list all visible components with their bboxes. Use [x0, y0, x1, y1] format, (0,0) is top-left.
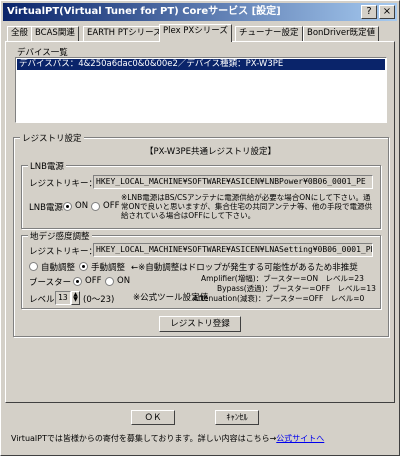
terrestrial-key-label: レジストリキー：	[29, 247, 98, 257]
attenuation-line: Attenuation(減衰)：ブースター=OFF レベル=0	[193, 294, 365, 303]
amplifier-line: Amplifier(増幅)：ブースター=ON レベル=23	[201, 274, 364, 283]
tab-earth-pt[interactable]: EARTH PTシリーズ	[83, 26, 166, 41]
auto-adjust-label: 自動調整	[41, 263, 76, 273]
settings-window: VirtualPT(Virtual Tuner for PT) Coreサービス…	[0, 0, 400, 456]
manual-adjust-label: 手動調整	[91, 263, 126, 273]
lnb-key-field[interactable]: HKEY_LOCAL_MACHINE¥SOFTWARE¥ASICEN¥LNBPo…	[93, 175, 373, 189]
device-listbox[interactable]: デバイスパス：4&250a6dac0&0&00e2／デバイス種類：PX-W3PE	[15, 57, 387, 123]
lnb-group-title: LNB電源	[28, 160, 66, 172]
booster-label: ブースター	[29, 278, 72, 288]
lnb-off-radio[interactable]	[91, 202, 100, 211]
auto-adjust-radio[interactable]	[29, 262, 38, 271]
terrestrial-key-field[interactable]: HKEY_LOCAL_MACHINE¥SOFTWARE¥ASICEN¥LNASe…	[93, 243, 373, 257]
tab-bcas[interactable]: BCAS関連	[31, 26, 79, 41]
level-label: レベル	[29, 295, 55, 305]
lnb-off-label: OFF	[103, 201, 120, 211]
lnb-on-radio[interactable]	[63, 202, 72, 211]
manual-adjust-radio[interactable]	[79, 262, 88, 271]
register-button[interactable]: レジストリ登録	[159, 316, 241, 332]
donation-text: VirtualPTでは皆様からの寄付を募集しております。詳しい内容はこちら→	[11, 434, 277, 443]
registry-heading: 【PX-W3PE共通レジストリ設定】	[145, 147, 277, 157]
level-range: (0～23)	[83, 295, 115, 305]
spin-down-icon[interactable]: ▼	[73, 296, 78, 303]
device-list-item[interactable]: デバイスパス：4&250a6dac0&0&00e2／デバイス種類：PX-W3PE	[17, 59, 385, 70]
lnb-key-label: レジストリキー：	[29, 179, 98, 189]
booster-off-radio[interactable]	[73, 277, 82, 286]
ok-button[interactable]: ＯＫ	[131, 410, 175, 425]
booster-on-label: ON	[117, 276, 131, 286]
auto-adjust-note: ←※自動調整はドロップが発生する可能性があるため非推奨	[131, 263, 358, 273]
lnb-power-label: LNB電源	[29, 203, 63, 213]
level-input[interactable]: 13	[55, 291, 71, 305]
donation-notice: VirtualPTでは皆様からの寄付を募集しております。詳しい内容はこちら→公式…	[11, 433, 324, 444]
tab-bondriver[interactable]: BonDriver既定値	[303, 26, 380, 41]
cancel-button[interactable]: ｷｬﾝｾﾙ	[215, 410, 259, 425]
title-bar: VirtualPT(Virtual Tuner for PT) Coreサービス…	[3, 3, 397, 21]
level-spinner[interactable]: ▲ ▼	[71, 291, 80, 305]
lnb-note: ※LNB電源はBS/CSアンテナに電源供給が必要な場合ONにして下さい。通常ON…	[121, 193, 373, 220]
booster-off-label: OFF	[85, 276, 102, 286]
terrestrial-group-title: 地デジ感度調整	[28, 230, 92, 242]
lnb-on-label: ON	[75, 201, 89, 211]
booster-on-radio[interactable]	[105, 277, 114, 286]
close-button[interactable]: ×	[379, 5, 395, 19]
tab-tuner[interactable]: チューナー設定	[235, 26, 303, 41]
registry-group-title: レジストリ設定	[20, 132, 84, 144]
official-site-link[interactable]: 公式サイトへ	[276, 434, 324, 443]
window-title: VirtualPT(Virtual Tuner for PT) Coreサービス…	[7, 6, 281, 17]
tab-general[interactable]: 全般	[7, 26, 33, 41]
bypass-line: Bypass(透過)：ブースター=OFF レベル=13	[217, 284, 376, 293]
tab-plex-px[interactable]: Plex PXシリーズ	[159, 24, 232, 42]
help-button[interactable]: ?	[361, 5, 377, 19]
